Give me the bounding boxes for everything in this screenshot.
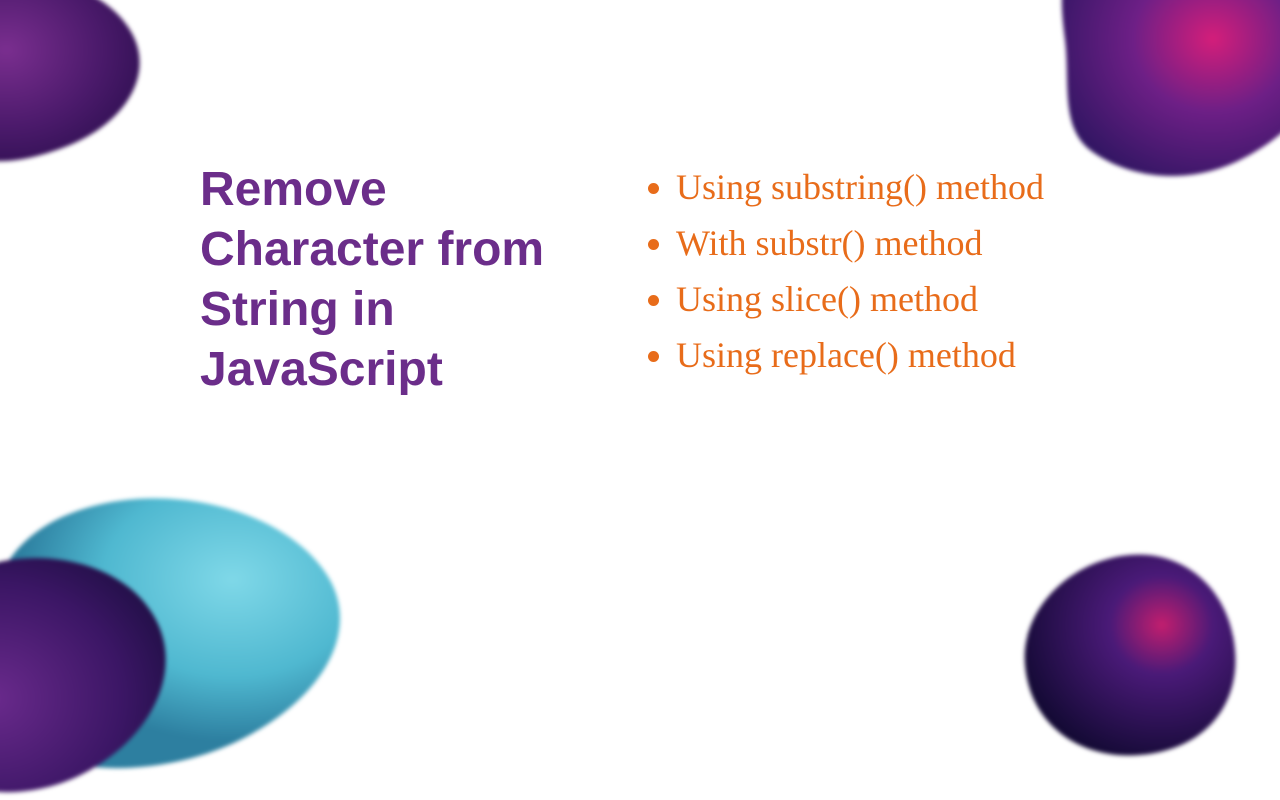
methods-ul: Using substring() method With substr() m… [640, 160, 1200, 382]
list-item: Using substring() method [676, 160, 1200, 214]
decorative-blob-top-left [0, 0, 160, 180]
list-item: Using replace() method [676, 328, 1200, 382]
list-item: Using slice() method [676, 272, 1200, 326]
decorative-blob-bottom-left [0, 470, 360, 800]
content-row: Remove Character from String in JavaScri… [200, 160, 1200, 400]
decorative-blob-bottom-right [1020, 550, 1240, 760]
methods-list: Using substring() method With substr() m… [640, 160, 1200, 400]
list-item: With substr() method [676, 216, 1200, 270]
page-title: Remove Character from String in JavaScri… [200, 160, 580, 400]
